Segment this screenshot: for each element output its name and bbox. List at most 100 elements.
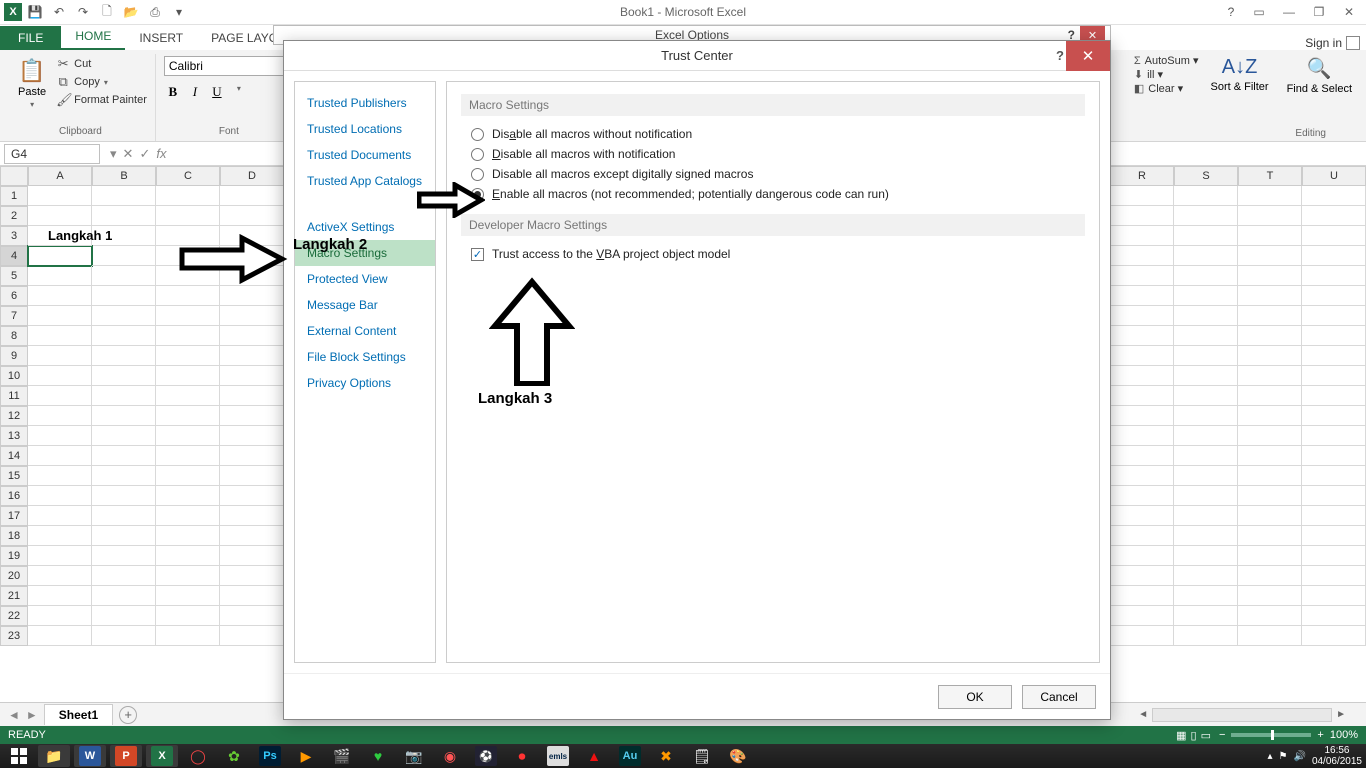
cell[interactable] [28,246,92,266]
cell[interactable] [92,426,156,446]
row-header[interactable]: 22 [0,606,28,626]
cell[interactable] [1302,286,1366,306]
cell[interactable] [1302,446,1366,466]
help-icon[interactable]: ? [1220,1,1242,23]
sheet-nav-prev[interactable]: ◄ [8,708,20,722]
cell[interactable] [220,366,284,386]
cell[interactable] [92,386,156,406]
cell[interactable] [1238,286,1302,306]
cell[interactable] [156,346,220,366]
zoom-slider[interactable] [1231,733,1311,737]
cell[interactable] [1238,346,1302,366]
row-header[interactable]: 23 [0,626,28,646]
macro-radio-option[interactable]: Disable all macros with notification [461,144,1085,164]
cell[interactable] [28,266,92,286]
cell[interactable] [156,446,220,466]
cell[interactable] [156,306,220,326]
taskbar-opera-icon[interactable]: ◯ [182,745,214,767]
cell[interactable] [1174,246,1238,266]
cell[interactable] [28,346,92,366]
tray-flag-icon[interactable]: ⚑ [1279,751,1288,762]
cell[interactable] [220,426,284,446]
cell[interactable] [156,366,220,386]
tray-clock[interactable]: 16:56 04/06/2015 [1312,745,1362,767]
view-buttons[interactable]: ▦▯▭ [1174,729,1213,742]
cell[interactable] [1238,206,1302,226]
underline-button[interactable]: U [208,84,226,100]
column-header[interactable]: D [220,166,284,186]
cell[interactable] [220,346,284,366]
cell[interactable] [1174,606,1238,626]
cell[interactable] [92,206,156,226]
cell[interactable] [1302,546,1366,566]
cut-button[interactable]: ✂Cut [56,56,147,72]
cell[interactable] [156,606,220,626]
sheet-tab-sheet1[interactable]: Sheet1 [44,704,113,725]
trust-vba-checkbox-row[interactable]: ✓ Trust access to the VBA project object… [461,244,1085,264]
cell[interactable] [28,506,92,526]
taskbar-record-icon[interactable]: ⏺ [506,745,538,767]
cell[interactable] [1110,306,1174,326]
cell[interactable] [1238,566,1302,586]
cell[interactable] [1174,446,1238,466]
sort-filter-button[interactable]: A↓Z Sort & Filter [1207,54,1273,97]
cell[interactable] [156,626,220,646]
column-header[interactable]: R [1110,166,1174,186]
cell[interactable] [1238,506,1302,526]
trust-center-nav-item[interactable]: File Block Settings [295,344,435,370]
cell[interactable] [1110,326,1174,346]
cell[interactable] [92,606,156,626]
undo-icon[interactable]: ↶ [48,1,70,23]
cell[interactable] [1174,266,1238,286]
cell[interactable] [28,526,92,546]
ribbon-display-icon[interactable]: ▭ [1246,2,1272,22]
dialog-help-icon[interactable]: ? [1056,48,1064,63]
qat-more-icon[interactable]: ▾ [168,1,190,23]
save-icon[interactable]: 💾 [24,1,46,23]
cell[interactable] [1302,526,1366,546]
close-button[interactable]: ✕ [1336,2,1362,22]
cell[interactable] [220,566,284,586]
minimize-button[interactable]: — [1276,2,1302,22]
cell[interactable] [1174,546,1238,566]
cell[interactable] [156,326,220,346]
italic-button[interactable]: I [186,84,204,100]
cell[interactable] [1238,606,1302,626]
cell[interactable] [1302,186,1366,206]
cell[interactable] [28,386,92,406]
cell[interactable] [156,506,220,526]
cell[interactable] [220,326,284,346]
cell[interactable] [220,606,284,626]
taskbar-explorer-icon[interactable]: 📁 [38,745,70,767]
cell[interactable] [1174,386,1238,406]
cell[interactable] [92,446,156,466]
cell[interactable] [156,566,220,586]
cell[interactable] [1302,386,1366,406]
enter-formula-icon[interactable]: ✓ [139,146,150,162]
cell[interactable] [1302,246,1366,266]
cell[interactable] [156,386,220,406]
cell[interactable] [1110,566,1174,586]
cell[interactable] [1302,506,1366,526]
row-header[interactable]: 4 [0,246,28,266]
row-header[interactable]: 8 [0,326,28,346]
cell[interactable] [1174,206,1238,226]
cell[interactable] [28,206,92,226]
taskbar-camera-icon[interactable]: 📷 [398,745,430,767]
cell[interactable] [28,466,92,486]
cell[interactable] [220,586,284,606]
cell[interactable] [28,286,92,306]
cell[interactable] [1110,366,1174,386]
cell[interactable] [28,626,92,646]
cell[interactable] [1238,366,1302,386]
cell[interactable] [92,566,156,586]
cell[interactable] [1238,386,1302,406]
cell[interactable] [92,266,156,286]
trust-center-nav-item[interactable]: Trusted Documents [295,142,435,168]
taskbar-mediaplayer-icon[interactable]: ▶ [290,745,322,767]
cell[interactable] [92,506,156,526]
add-sheet-button[interactable]: + [119,706,137,724]
cell[interactable] [1238,306,1302,326]
row-header[interactable]: 7 [0,306,28,326]
taskbar-audition-icon[interactable]: Au [614,745,646,767]
